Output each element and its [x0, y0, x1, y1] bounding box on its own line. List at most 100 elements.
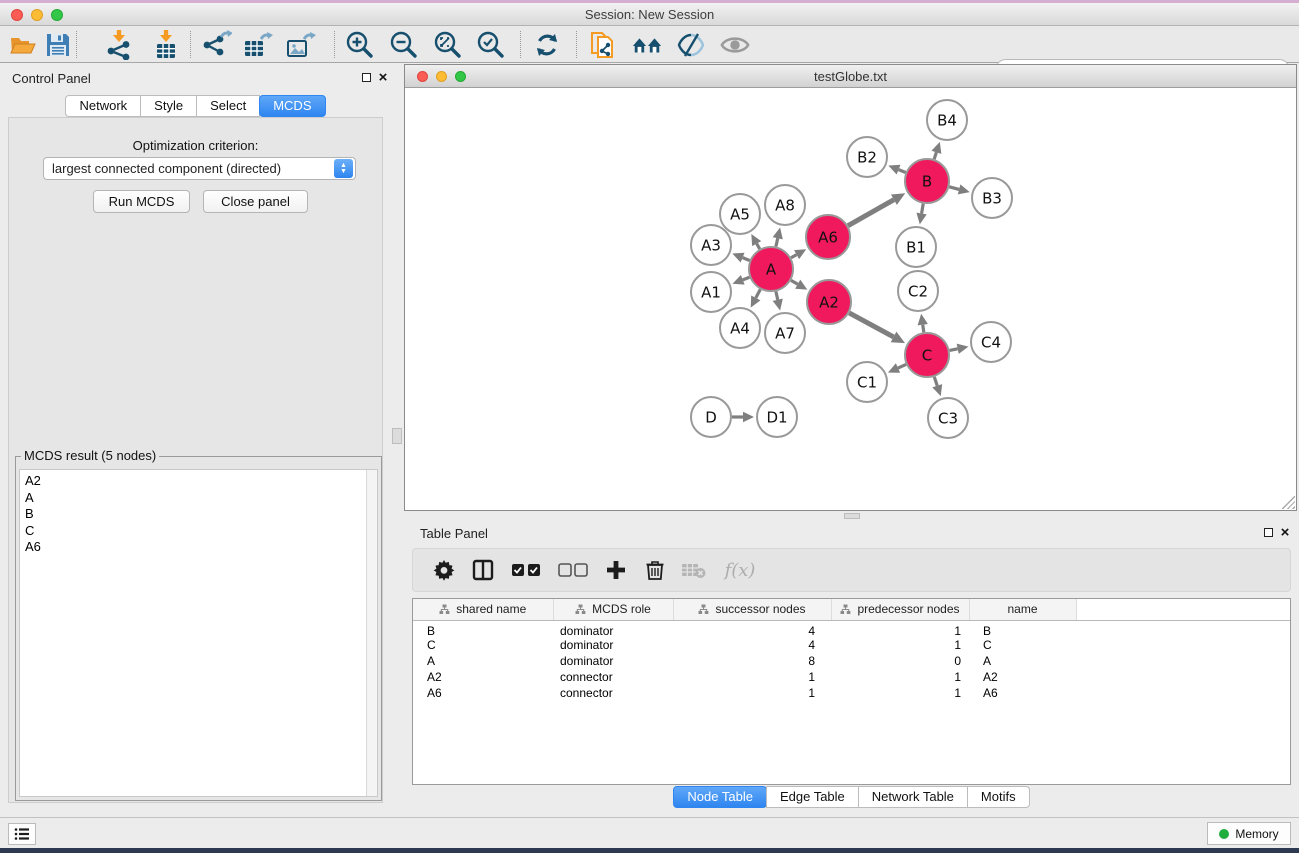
import-network-icon[interactable]: [103, 29, 135, 61]
toggle-column-view-icon[interactable]: [470, 557, 496, 583]
graph-edge-C-C4[interactable]: [950, 344, 969, 354]
graph-edge-A-A4[interactable]: [751, 289, 761, 307]
optimization-criterion-select[interactable]: largest connected component (directed) ▲…: [43, 157, 356, 180]
export-table-icon[interactable]: [241, 29, 273, 61]
graph-edge-A-A8[interactable]: [773, 227, 783, 246]
graph-edge-B-B1[interactable]: [916, 204, 926, 225]
table-row[interactable]: Cdominator41C: [413, 638, 1290, 654]
graph-edge-A6-B[interactable]: [848, 193, 905, 225]
table-row[interactable]: Adominator80A: [413, 653, 1290, 669]
select-all-columns-icon[interactable]: [509, 557, 543, 583]
close-panel-button[interactable]: Close panel: [203, 190, 308, 213]
show-log-console-button[interactable]: [8, 823, 36, 845]
divider-grip[interactable]: [392, 428, 402, 444]
graph-node-B4[interactable]: B4: [927, 100, 967, 140]
graph-edge-A2-C[interactable]: [849, 313, 905, 343]
graph-node-A1[interactable]: A1: [691, 272, 731, 312]
delete-column-icon[interactable]: [642, 557, 668, 583]
column-header[interactable]: predecessor nodes: [831, 599, 969, 620]
column-header[interactable]: name: [969, 599, 1076, 620]
table-row[interactable]: A2connector11A2: [413, 669, 1290, 685]
graph-edge-C-C1[interactable]: [888, 363, 906, 372]
graph-edge-A-A1[interactable]: [732, 275, 749, 285]
home-icon[interactable]: [631, 29, 663, 61]
graph-edge-B-B2[interactable]: [888, 165, 905, 175]
open-session-icon[interactable]: [7, 29, 39, 61]
graph-node-A2[interactable]: A2: [807, 280, 851, 324]
close-panel-icon[interactable]: ×: [376, 70, 390, 84]
delete-table-icon[interactable]: [681, 557, 707, 583]
graph-node-C3[interactable]: C3: [928, 398, 968, 438]
graph-node-A7[interactable]: A7: [765, 313, 805, 353]
result-list-item[interactable]: A2: [20, 473, 377, 490]
graph-edge-B-B3[interactable]: [949, 184, 969, 194]
style-preview-icon[interactable]: [675, 29, 707, 61]
graph-edge-B-B4[interactable]: [931, 142, 941, 159]
unselect-all-columns-icon[interactable]: [556, 557, 590, 583]
graph-edge-C-C2[interactable]: [918, 314, 928, 332]
graph-node-B3[interactable]: B3: [972, 178, 1012, 218]
tab-network[interactable]: Network: [65, 95, 141, 117]
float-table-panel-icon[interactable]: [1261, 525, 1275, 539]
graph-node-A3[interactable]: A3: [691, 225, 731, 265]
zoom-fit-icon[interactable]: [432, 29, 464, 61]
column-header[interactable]: successor nodes: [673, 599, 831, 620]
graph-edge-A-A5[interactable]: [751, 234, 761, 249]
horizontal-split-divider[interactable]: [404, 512, 1299, 520]
graph-node-C2[interactable]: C2: [898, 271, 938, 311]
graph-node-D[interactable]: D: [691, 397, 731, 437]
function-builder-icon[interactable]: f(x): [720, 557, 760, 583]
zoom-out-icon[interactable]: [388, 29, 420, 61]
tab-select[interactable]: Select: [196, 95, 260, 117]
graph-node-A4[interactable]: A4: [720, 308, 760, 348]
close-table-panel-icon[interactable]: ×: [1278, 525, 1292, 539]
graph-node-C[interactable]: C: [905, 333, 949, 377]
float-panel-icon[interactable]: [359, 70, 373, 84]
export-image-icon[interactable]: [284, 29, 316, 61]
tab-network-table[interactable]: Network Table: [858, 786, 968, 808]
network-canvas[interactable]: AA1A2A3A4A5A6A7A8BB1B2B3B4CC1C2C3C4DD1: [405, 88, 1296, 510]
tab-mcds[interactable]: MCDS: [259, 95, 325, 117]
create-column-icon[interactable]: [603, 557, 629, 583]
divider-grip[interactable]: [844, 513, 860, 519]
zoom-in-icon[interactable]: [344, 29, 376, 61]
import-table-icon[interactable]: [150, 29, 182, 61]
graph-edge-C-C3[interactable]: [932, 377, 942, 396]
graph-node-B[interactable]: B: [905, 159, 949, 203]
graph-node-C1[interactable]: C1: [847, 362, 887, 402]
vertical-split-divider[interactable]: [391, 63, 404, 813]
result-list-item[interactable]: A: [20, 490, 377, 507]
column-header[interactable]: MCDS role: [553, 599, 673, 620]
tab-style[interactable]: Style: [140, 95, 197, 117]
graph-node-D1[interactable]: D1: [757, 397, 797, 437]
result-list-item[interactable]: C: [20, 523, 377, 540]
graph-edge-A-A6[interactable]: [791, 249, 806, 259]
graph-edge-A-A3[interactable]: [732, 253, 749, 263]
show-hide-icon[interactable]: [719, 29, 751, 61]
zoom-selected-icon[interactable]: [475, 29, 507, 61]
graph-node-A[interactable]: A: [749, 247, 793, 291]
table-row[interactable]: A6connector11A6: [413, 685, 1290, 701]
graph-node-A6[interactable]: A6: [806, 215, 850, 259]
tab-node-table[interactable]: Node Table: [673, 786, 767, 808]
graph-node-A8[interactable]: A8: [765, 185, 805, 225]
graph-node-A5[interactable]: A5: [720, 194, 760, 234]
memory-button[interactable]: Memory: [1207, 822, 1291, 845]
table-row[interactable]: Bdominator41B: [413, 620, 1290, 638]
refresh-icon[interactable]: [531, 29, 563, 61]
save-session-icon[interactable]: [42, 29, 74, 61]
result-list-item[interactable]: A6: [20, 539, 377, 556]
run-mcds-button[interactable]: Run MCDS: [93, 190, 190, 213]
tab-edge-table[interactable]: Edge Table: [766, 786, 859, 808]
export-network-icon[interactable]: [200, 29, 232, 61]
column-header[interactable]: shared name: [413, 599, 553, 620]
graph-node-B2[interactable]: B2: [847, 137, 887, 177]
graph-edge-A-A2[interactable]: [791, 280, 807, 290]
network-file-icon[interactable]: [588, 29, 620, 61]
graph-edge-D-D1[interactable]: [732, 412, 754, 422]
window-resize-grip[interactable]: [1282, 496, 1295, 509]
table-settings-icon[interactable]: [431, 557, 457, 583]
result-list-scrollbar[interactable]: [366, 470, 377, 796]
graph-node-C4[interactable]: C4: [971, 322, 1011, 362]
graph-edge-A-A7[interactable]: [773, 291, 783, 310]
